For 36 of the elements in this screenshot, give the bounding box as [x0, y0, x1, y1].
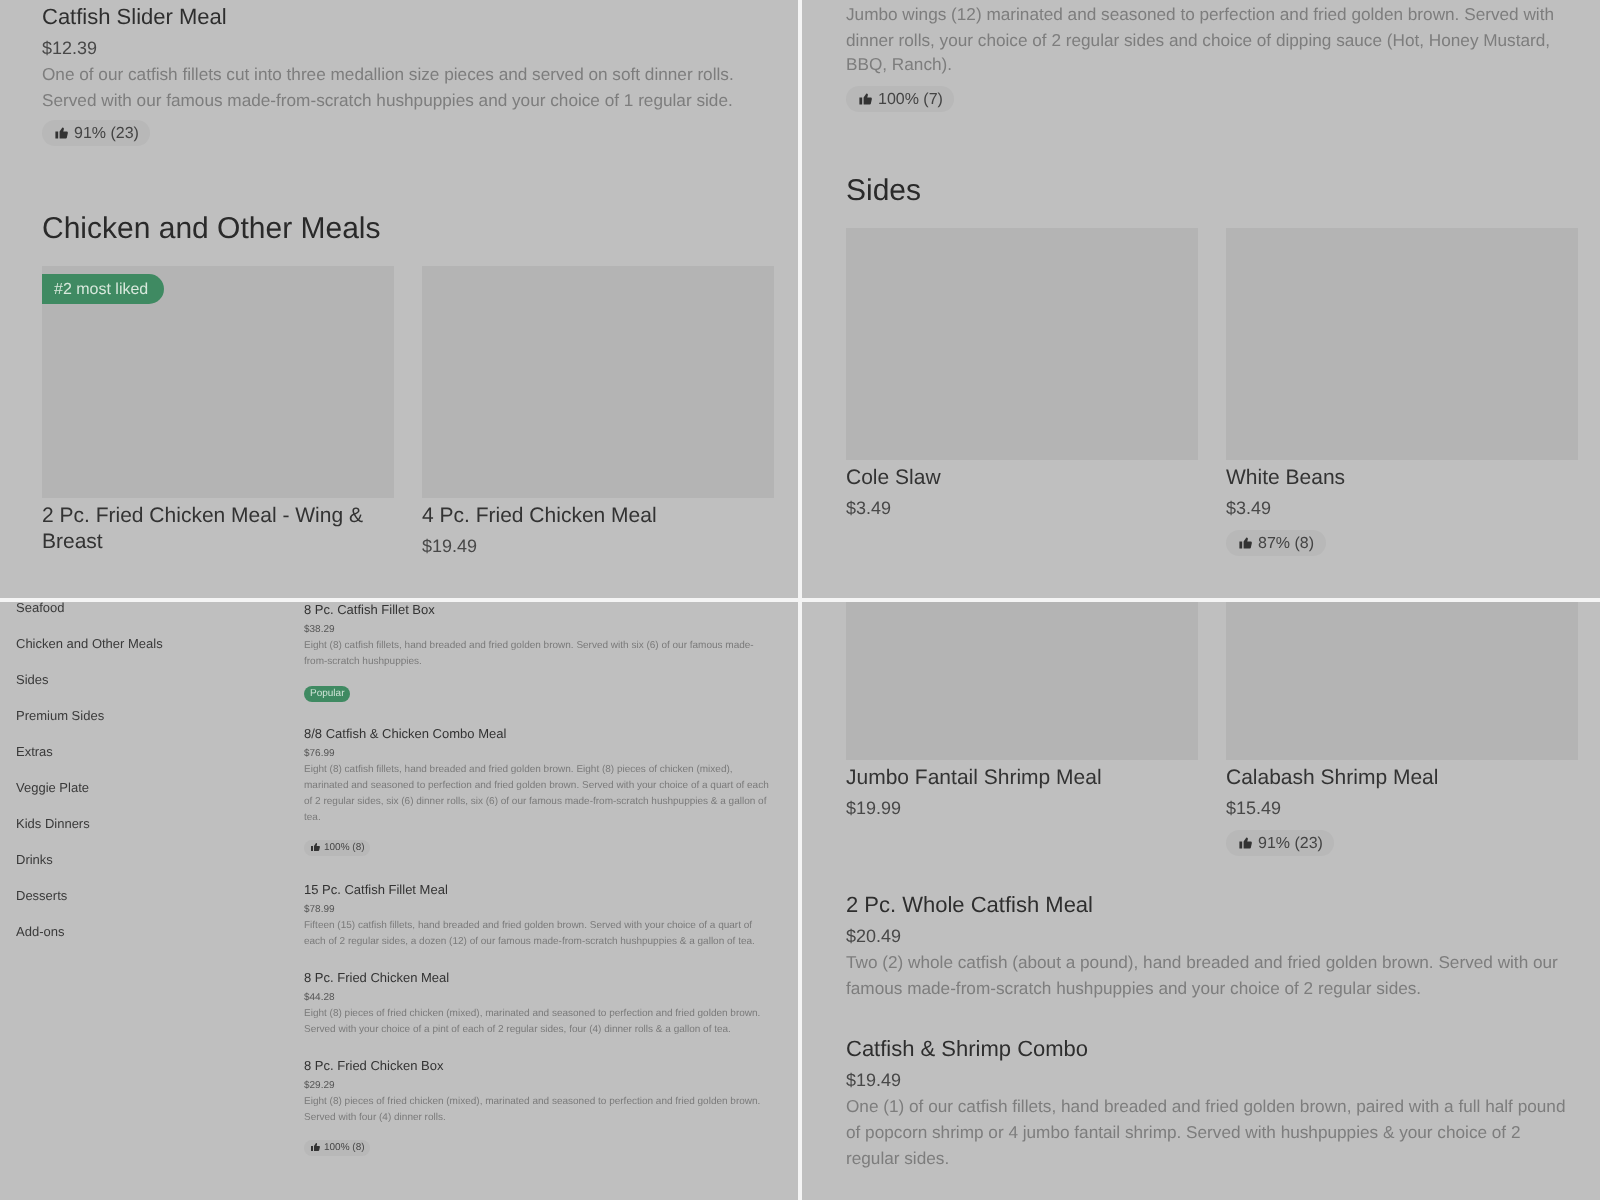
item-name[interactable]: 2 Pc. Whole Catfish Meal: [846, 892, 1576, 920]
item-price: $20.49: [846, 924, 904, 950]
section-heading: Chicken and Other Meals: [42, 210, 383, 251]
item-name[interactable]: Catfish & Shrimp Combo: [846, 1036, 1576, 1065]
item-price: $15.49: [1226, 796, 1284, 822]
thumbs-up-icon: [310, 842, 320, 852]
item-name[interactable]: Cole Slaw: [846, 466, 1198, 493]
item-price: $3.49: [846, 496, 894, 523]
item-price: $19.99: [846, 796, 904, 822]
item-description: Jumbo wings (12) marinated and seasoned to perfection and fried golden brown. Served with dinner rolls, your choice of 2 regular sides and choice of dipping sauce (Hot, Honey Mustard, BBQ, Ranch).: [846, 2, 1556, 79]
item-description: One (1) of our catfish fillets, hand breaded and fried golden brown, paired with a full half pound of popcorn shrimp or 4 jumbo fantail shrimp. Served with hushpuppies & your choice of 2 regular sides.: [846, 1094, 1568, 1172]
item-price: $19.49: [846, 1068, 904, 1095]
most-liked-badge: #2 most liked: [42, 274, 165, 305]
thumbs-up-icon: [858, 92, 872, 107]
item-price: $12.39: [42, 36, 100, 62]
thumbs-up-icon: [1238, 536, 1252, 551]
thumbs-up-icon: [1238, 836, 1252, 850]
item-price: $3.49: [1226, 496, 1274, 523]
item-name[interactable]: Catfish Slider Meal: [42, 4, 774, 32]
image-placeholder[interactable]: [1226, 602, 1578, 760]
rating-pill: 87% (8): [1226, 530, 1327, 557]
item-description: Two (2) whole catfish (about a pound), hand breaded and fried golden brown. Served with our famous made-from-scratch hushpuppies and your choice of 2 regular sides.: [846, 950, 1560, 1001]
rating-pill: 91% (23): [42, 120, 151, 147]
item-name[interactable]: 2 Pc. Fried Chicken Meal - Wing & Breast: [42, 504, 394, 557]
rating-pill: 91% (23): [1226, 830, 1335, 856]
item-name[interactable]: 4 Pc. Fried Chicken Meal: [422, 504, 774, 531]
rating-pill: 100% (7): [846, 86, 955, 113]
image-placeholder[interactable]: [846, 602, 1198, 760]
thumbs-up-icon: [310, 1142, 320, 1152]
item-description: One of our catfish fillets cut into three medallion size pieces and served on soft dinner rolls. Served with our famous made-from-scratch hushpuppies and your choice of 1 regular side.: [42, 62, 736, 113]
item-name[interactable]: White Beans: [1226, 466, 1578, 493]
thumbs-up-icon: [54, 126, 68, 141]
item-name[interactable]: Jumbo Fantail Shrimp Meal: [846, 766, 1198, 792]
item-name[interactable]: Calabash Shrimp Meal: [1226, 766, 1578, 792]
item-price: $19.49: [422, 534, 480, 561]
section-heading: Sides: [846, 172, 924, 213]
